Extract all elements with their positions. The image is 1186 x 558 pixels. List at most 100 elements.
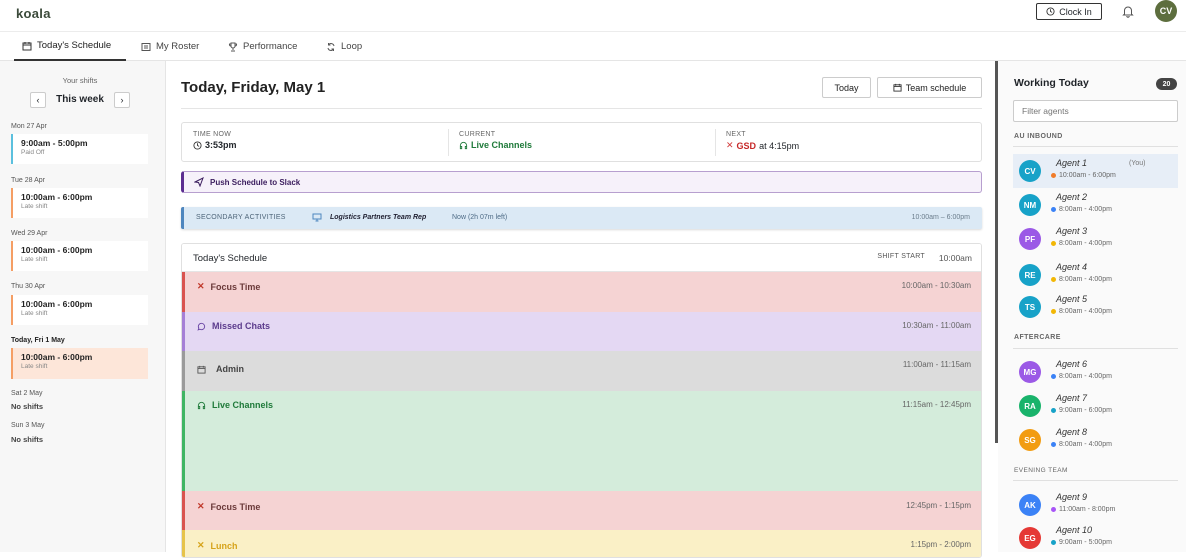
next-label: NEXT (726, 131, 746, 138)
filter-agents-input[interactable] (1013, 100, 1178, 122)
clock-in-button[interactable]: Clock In (1036, 3, 1102, 20)
schedule-block-live-channels[interactable]: Live Channels 11:15am - 12:45pm (182, 391, 981, 491)
block-range: 12:45pm - 1:15pm (906, 501, 971, 510)
week-navigator: ‹ This week › (30, 92, 130, 108)
page-title: Today, Friday, May 1 (181, 79, 326, 96)
divider (448, 129, 449, 156)
agent-hours: 10:00am - 6:00pm (1059, 172, 1116, 179)
agent-name: Agent 7 (1056, 393, 1088, 403)
agent-item[interactable]: RA Agent 7 9:00am - 6:00pm (1013, 389, 1178, 423)
schedule-main: Today, Friday, May 1 Today Team schedule… (166, 61, 994, 558)
status-dot (1051, 207, 1056, 212)
status-dot (1051, 540, 1056, 545)
shift-start-label: SHIFT START (877, 253, 925, 260)
shift-time: 10:00am - 6:00pm (21, 299, 93, 309)
shift-day-label: Sun 3 May (11, 422, 45, 429)
agent-name: Agent 3 (1056, 226, 1088, 236)
agent-item[interactable]: NM Agent 2 8:00am - 4:00pm (1013, 188, 1178, 222)
schedule-card: Today's Schedule SHIFT START 10:00am ✕ Fo… (181, 243, 982, 558)
x-icon: ✕ (197, 281, 205, 291)
user-avatar[interactable]: CV (1155, 0, 1177, 22)
tab-performance[interactable]: Performance (228, 32, 297, 61)
block-label: Focus Time (210, 501, 261, 512)
next-activity: NEXT ✕ GSD at 4:15pm (726, 131, 799, 151)
shift-time: 10:00am - 6:00pm (21, 352, 93, 362)
chevron-right-icon: › (120, 95, 124, 105)
agent-item[interactable]: AK Agent 9 11:00am - 8:00pm (1013, 488, 1178, 522)
avatar: PF (1019, 228, 1041, 250)
loop-icon (327, 42, 335, 51)
shift-card[interactable]: 10:00am - 6:00pm Late shift (11, 188, 148, 218)
block-label: Missed Chats (212, 321, 271, 331)
today-button[interactable]: Today (822, 77, 871, 98)
agent-hours-row: 11:00am - 8:00pm (1051, 506, 1115, 513)
clock-in-label: Clock In (1059, 6, 1092, 17)
trophy-icon (228, 42, 238, 51)
agent-item[interactable]: PF Agent 3 8:00am - 4:00pm (1013, 222, 1178, 256)
agent-item[interactable]: EG Agent 10 9:00am - 5:00pm (1013, 521, 1178, 555)
team-schedule-button[interactable]: Team schedule (877, 77, 982, 98)
agent-item[interactable]: TS Agent 5 8:00am - 4:00pm (1013, 290, 1178, 324)
agent-hours-row: 10:00am - 6:00pm (1051, 172, 1116, 179)
shift-day-label: Thu 30 Apr (11, 283, 46, 290)
shifts-panel: Your shifts ‹ This week › Mon 27 Apr 9:0… (0, 61, 166, 552)
schedule-block-admin[interactable]: Admin 11:00am - 11:15am (182, 351, 981, 391)
status-dot (1051, 277, 1056, 282)
shift-start-value: 10:00am (938, 253, 972, 263)
agent-hours: 8:00am - 4:00pm (1059, 373, 1112, 380)
chat-icon (197, 322, 206, 331)
next-week-button[interactable]: › (114, 92, 130, 108)
status-dot (1051, 309, 1056, 314)
team-schedule-label: Team schedule (905, 82, 967, 93)
shift-card-today[interactable]: 10:00am - 6:00pm Late shift (11, 348, 148, 379)
tab-label: Today's Schedule (37, 40, 112, 51)
shift-type: Late shift (21, 203, 48, 210)
block-range: 1:15pm - 2:00pm (910, 540, 971, 549)
schedule-block-focus-time[interactable]: ✕ Focus Time 12:45pm - 1:15pm (182, 491, 981, 530)
shift-card[interactable]: 9:00am - 5:00pm Paid Off (11, 134, 148, 164)
agent-name: Agent 10 (1056, 525, 1093, 535)
shift-type: Paid Off (21, 149, 45, 156)
agent-item[interactable]: RE Agent 4 8:00am - 4:00pm (1013, 258, 1178, 292)
agent-item[interactable]: MG Agent 6 8:00am - 4:00pm (1013, 355, 1178, 389)
block-label: Focus Time (210, 281, 261, 292)
shift-card[interactable]: 10:00am - 6:00pm Late shift (11, 241, 148, 271)
divider (181, 108, 982, 109)
shift-day-label: Mon 27 Apr (11, 123, 47, 130)
divider (1013, 480, 1178, 481)
avatar: MG (1019, 361, 1041, 383)
agent-name: Agent 4 (1056, 262, 1088, 272)
time-now-label: TIME NOW (193, 131, 232, 138)
calendar-icon (22, 41, 32, 50)
tab-label: Performance (243, 41, 298, 52)
shift-card[interactable]: 10:00am - 6:00pm Late shift (11, 295, 148, 325)
group-label: EVENING TEAM (1014, 467, 1068, 474)
secondary-activities-bar[interactable]: SECONDARY ACTIVITIES Logistics Partners … (181, 207, 982, 229)
agent-hours: 9:00am - 5:00pm (1059, 539, 1112, 546)
agent-item[interactable]: SG Agent 8 8:00am - 4:00pm (1013, 423, 1178, 457)
push-to-slack-button[interactable]: Push Schedule to Slack (181, 171, 982, 193)
time-status-box: TIME NOW 3:53pm CURRENT Live Channels NE… (181, 122, 982, 162)
x-icon: ✕ (726, 140, 734, 150)
prev-week-button[interactable]: ‹ (30, 92, 46, 108)
calendar-icon (197, 365, 206, 374)
tab-loop[interactable]: Loop (326, 32, 362, 61)
shift-type: Late shift (21, 363, 48, 370)
x-icon: ✕ (197, 501, 205, 511)
agent-hours: 8:00am - 4:00pm (1059, 308, 1112, 315)
tab-todays-schedule[interactable]: Today's Schedule (14, 32, 126, 61)
status-dot (1051, 408, 1056, 413)
agent-item[interactable]: CV Agent 1 (You) 10:00am - 6:00pm (1013, 154, 1178, 188)
schedule-block-focus-time[interactable]: ✕ Focus Time 10:00am - 10:30am (182, 272, 981, 312)
app-logo[interactable]: koala (16, 6, 51, 21)
schedule-block-missed-chats[interactable]: Missed Chats 10:30am - 11:00am (182, 312, 981, 351)
avatar: NM (1019, 194, 1041, 216)
current-label: CURRENT (459, 131, 496, 138)
agent-hours: 9:00am - 6:00pm (1059, 407, 1112, 414)
bell-icon[interactable] (1121, 4, 1135, 18)
tab-my-roster[interactable]: My Roster (141, 32, 199, 61)
secondary-label: SECONDARY ACTIVITIES (196, 214, 286, 221)
week-label: This week (56, 94, 104, 105)
headset-icon (197, 401, 206, 409)
schedule-block-lunch[interactable]: ✕ Lunch 1:15pm - 2:00pm (182, 530, 981, 557)
